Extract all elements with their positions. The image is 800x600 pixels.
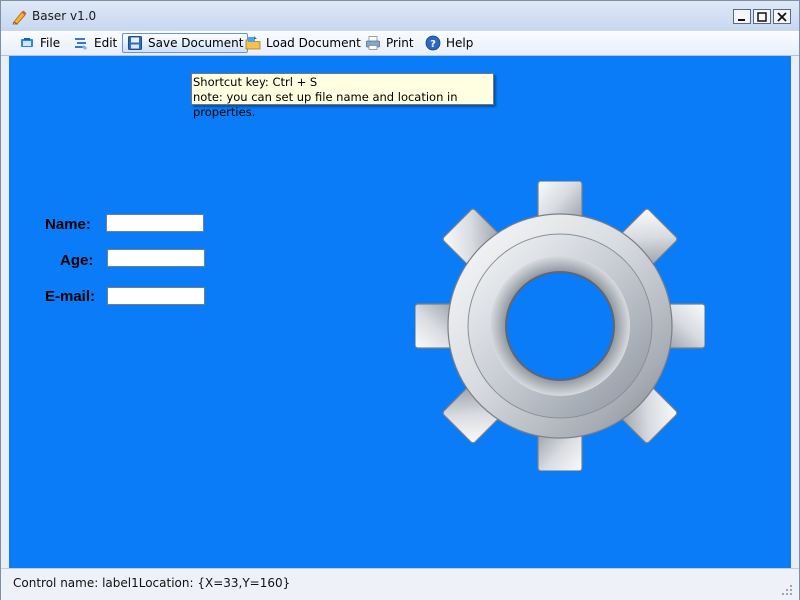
app-window: Baser v1.0 File Edit Save Document Load … xyxy=(0,0,800,600)
maximize-icon xyxy=(757,11,767,22)
pencil-icon xyxy=(12,10,27,25)
minimize-button[interactable] xyxy=(733,9,751,24)
menu-help[interactable]: ? Help xyxy=(421,33,477,53)
menu-load-document[interactable]: Load Document xyxy=(241,33,365,53)
svg-text:?: ? xyxy=(430,39,436,50)
file-icon xyxy=(21,38,33,47)
minimize-icon xyxy=(738,18,745,21)
tooltip-line-2: note: you can set up file name and locat… xyxy=(193,90,458,119)
menu-print[interactable]: Print xyxy=(361,33,418,53)
save-icon xyxy=(128,36,142,50)
folder-icon xyxy=(245,36,261,50)
menu-print-label: Print xyxy=(386,36,414,50)
edit-icon xyxy=(75,38,87,50)
printer-icon xyxy=(366,36,380,50)
help-icon: ? xyxy=(425,35,441,51)
close-button[interactable] xyxy=(773,9,791,24)
menu-save-document[interactable]: Save Document xyxy=(122,33,249,53)
window-title: Baser v1.0 xyxy=(32,9,97,23)
status-bar: Control name: label1Location: {X=33,Y=16… xyxy=(1,568,799,600)
menu-edit-label: Edit xyxy=(94,36,118,50)
menu-load-document-label: Load Document xyxy=(266,36,361,50)
age-field[interactable] xyxy=(107,249,205,267)
maximize-button[interactable] xyxy=(753,9,771,24)
menu-save-document-label: Save Document xyxy=(148,36,244,50)
menu-help-label: Help xyxy=(446,36,474,50)
email-label: E-mail: xyxy=(45,288,96,305)
save-tooltip: Shortcut key: Ctrl + S note: you can set… xyxy=(191,73,494,119)
name-field[interactable] xyxy=(106,214,204,232)
window-controls xyxy=(733,9,791,24)
close-icon xyxy=(777,11,787,22)
menu-file[interactable]: File xyxy=(15,33,64,53)
resize-grip-icon[interactable] xyxy=(781,584,793,596)
age-label: Age: xyxy=(60,252,94,269)
status-text: Control name: label1Location: {X=33,Y=16… xyxy=(13,576,291,590)
email-field[interactable] xyxy=(107,287,205,305)
menu-file-label: File xyxy=(40,36,61,50)
tooltip-line-1: Shortcut key: Ctrl + S xyxy=(193,75,318,89)
gear-icon xyxy=(415,181,705,471)
menu-edit[interactable]: Edit xyxy=(69,33,121,53)
name-label: Name: xyxy=(45,216,91,233)
title-bar[interactable]: Baser v1.0 xyxy=(1,1,799,31)
menu-bar: File Edit Save Document Load Document Pr… xyxy=(1,31,799,56)
